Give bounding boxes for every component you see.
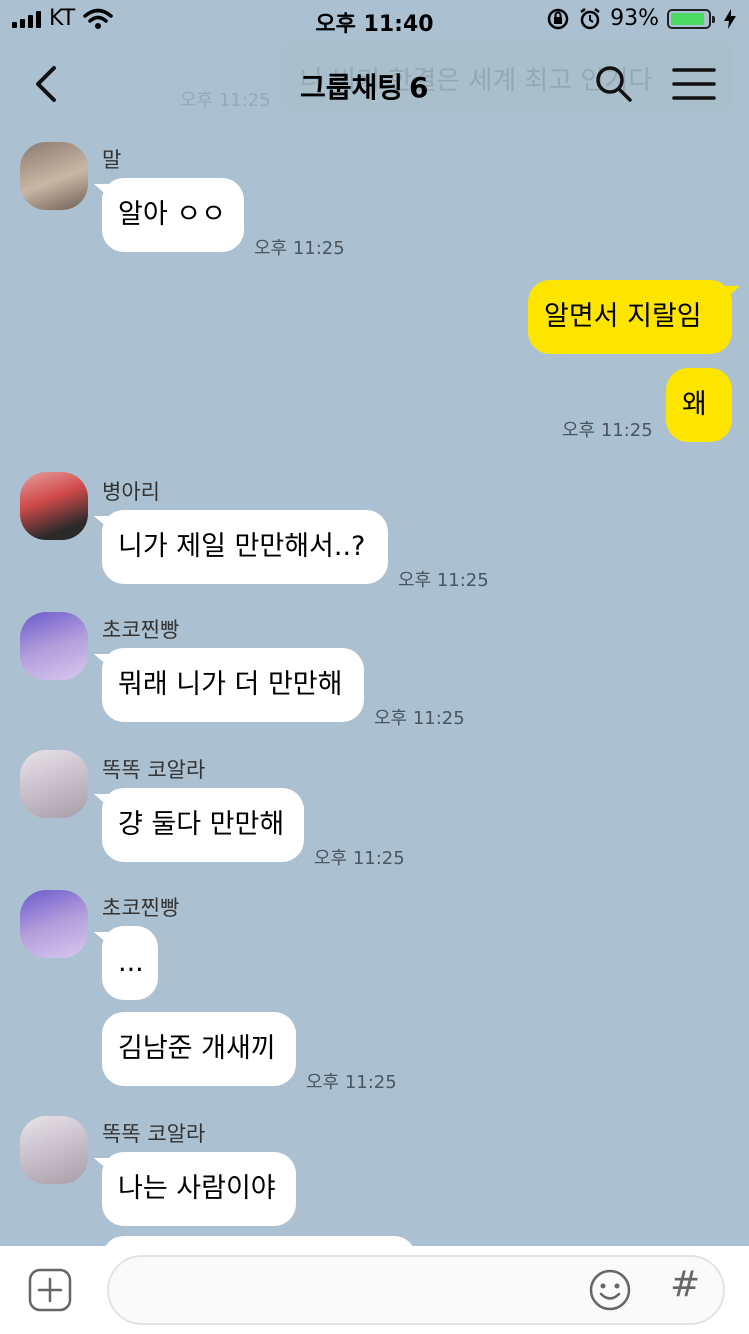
message-bubble[interactable]: 김남준 개새끼 <box>102 1012 296 1086</box>
sender-name: 초코찐빵 <box>102 618 180 642</box>
add-attachment-icon[interactable] <box>28 1268 72 1312</box>
hashtag-icon[interactable]: # <box>670 1264 700 1305</box>
message-bubble[interactable]: 걍 둘다 만만해 <box>94 788 304 862</box>
rotation-lock-icon <box>547 8 569 29</box>
sender-name: 초코찐빵 <box>102 896 180 920</box>
preview-time: 오후 11:25 <box>180 90 271 111</box>
message-time: 오후 11:25 <box>374 708 465 729</box>
message-bubble[interactable]: 니가 제일 만만해서..? <box>94 510 388 584</box>
search-icon[interactable] <box>592 62 636 106</box>
avatar[interactable] <box>20 142 88 210</box>
battery-percent: 93% <box>610 6 659 31</box>
sender-name: 똑똑 코알라 <box>102 758 206 782</box>
message-time: 오후 11:25 <box>398 570 489 591</box>
emoji-icon[interactable] <box>588 1268 632 1312</box>
avatar[interactable] <box>20 750 88 818</box>
avatar[interactable] <box>20 890 88 958</box>
my-message-bubble[interactable]: 알면서 지랄임 <box>528 280 740 354</box>
sender-name: 병아리 <box>102 480 160 504</box>
status-bar: KT 오후 11:40 93% <box>0 0 749 40</box>
avatar[interactable] <box>20 1116 88 1184</box>
message-time: 오후 11:25 <box>562 420 653 441</box>
battery-icon <box>667 8 715 29</box>
message-bubble[interactable]: 알아 ㅇㅇ <box>94 178 244 252</box>
my-message-bubble[interactable]: 왜 <box>666 368 732 442</box>
message-time: 오후 11:25 <box>314 848 405 869</box>
message-bubble[interactable]: ... <box>94 926 158 1000</box>
message-bubble[interactable]: 뭐래 니가 더 만만해 <box>94 648 364 722</box>
battery-fill <box>671 12 705 25</box>
menu-icon[interactable] <box>672 66 716 102</box>
back-arrow-icon[interactable] <box>28 60 68 108</box>
avatar[interactable] <box>20 612 88 680</box>
chat-title: 그룹채팅 6 <box>300 66 429 106</box>
avatar[interactable] <box>20 472 88 540</box>
message-input-bar: # <box>0 1246 749 1334</box>
alarm-icon <box>580 7 600 29</box>
sender-name: 똑똑 코알라 <box>102 1122 206 1146</box>
message-time: 오후 11:25 <box>254 238 345 259</box>
sender-name: 말 <box>102 148 122 172</box>
message-bubble[interactable]: 나는 사람이야 <box>94 1152 296 1226</box>
chat-title-label: 그룹채팅 <box>300 71 404 104</box>
charging-icon <box>724 8 736 29</box>
message-time: 오후 11:25 <box>306 1072 397 1093</box>
member-count: 6 <box>409 71 429 104</box>
message-input[interactable] <box>107 1255 725 1325</box>
chat-header: 나 비키 한결은 세계 최고 인거다 오후 11:25 그룹채팅 6 <box>0 40 749 130</box>
